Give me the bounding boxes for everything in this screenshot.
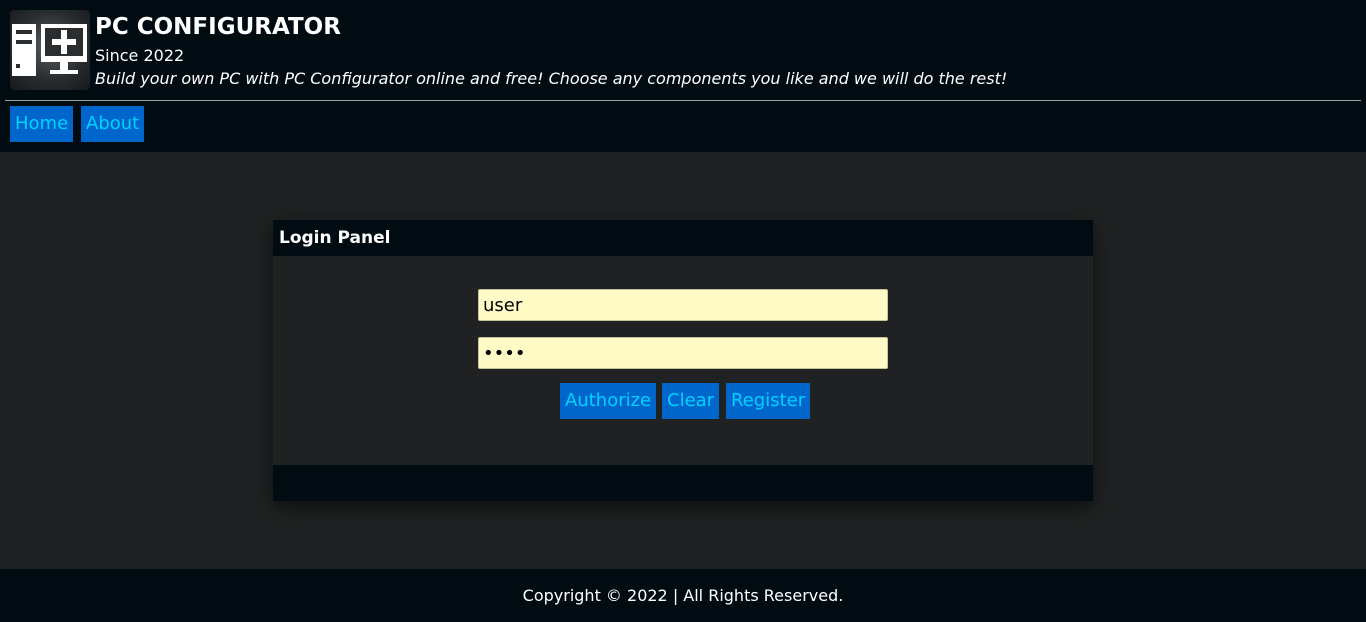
- login-panel: Login Panel Authorize Clear Register: [273, 220, 1093, 501]
- authorize-button[interactable]: Authorize: [560, 383, 657, 419]
- login-panel-footer: [273, 465, 1093, 501]
- site-tagline: Build your own PC with PC Configurator o…: [95, 69, 1008, 88]
- site-footer: Copyright © 2022 | All Rights Reserved.: [0, 569, 1366, 622]
- nav-home-button[interactable]: Home: [10, 106, 74, 142]
- nav-about-button[interactable]: About: [81, 106, 145, 142]
- header-divider: [5, 100, 1361, 101]
- clear-button[interactable]: Clear: [662, 383, 720, 419]
- site-title: PC CONFIGURATOR: [95, 14, 341, 40]
- password-input[interactable]: [478, 337, 888, 369]
- pc-configurator-logo-icon: [10, 10, 90, 90]
- login-panel-header: Login Panel: [273, 220, 1093, 256]
- register-button[interactable]: Register: [726, 383, 811, 419]
- site-since: Since 2022: [95, 46, 185, 65]
- site-header: PC CONFIGURATOR Since 2022 Build your ow…: [0, 0, 1366, 152]
- username-input[interactable]: [478, 289, 888, 321]
- login-panel-title: Login Panel: [279, 228, 391, 248]
- copyright-text: Copyright © 2022 | All Rights Reserved.: [522, 586, 844, 605]
